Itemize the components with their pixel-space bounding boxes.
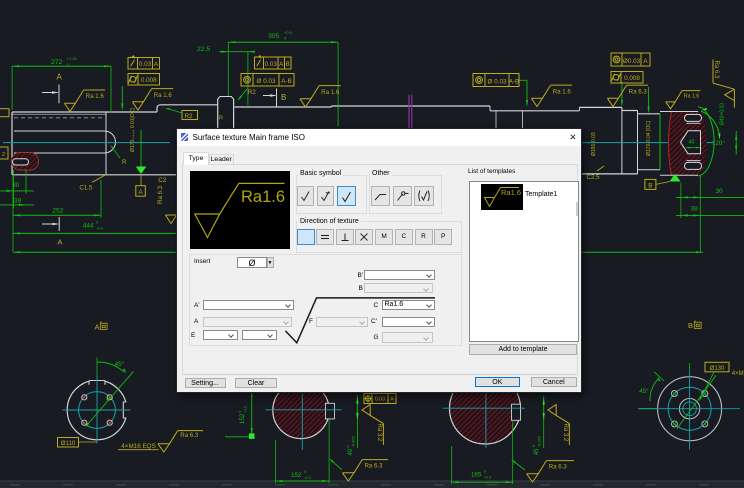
svg-text:40: 40 bbox=[689, 139, 695, 145]
svg-text:0.008: 0.008 bbox=[624, 75, 640, 82]
svg-text:Ø170₊₄.₀₄ 0.01[OC]: Ø170₊₄.₀₄ 0.01[OC] bbox=[130, 108, 136, 152]
svg-text:152: 152 bbox=[291, 472, 302, 479]
svg-text:-0.062: -0.062 bbox=[537, 435, 542, 447]
svg-text:A: A bbox=[95, 322, 100, 331]
svg-text:Ra 6.3: Ra 6.3 bbox=[549, 464, 568, 471]
svg-text:305: 305 bbox=[268, 33, 280, 40]
svg-text:38: 38 bbox=[691, 206, 699, 213]
svg-text:Ø40+0.03: Ø40+0.03 bbox=[720, 103, 726, 125]
svg-text:B: B bbox=[286, 61, 290, 68]
svg-text:Ø130: Ø130 bbox=[710, 366, 725, 372]
svg-text:4×M16 EQS: 4×M16 EQS bbox=[121, 443, 155, 450]
svg-text:-0.3: -0.3 bbox=[243, 405, 248, 413]
svg-text:Ra 6.3: Ra 6.3 bbox=[180, 432, 199, 439]
svg-text:R: R bbox=[122, 159, 127, 166]
svg-text:+0.5: +0.5 bbox=[284, 30, 293, 35]
svg-text:Ra 1.6: Ra 1.6 bbox=[321, 89, 340, 96]
svg-text:Ø 0.03: Ø 0.03 bbox=[257, 78, 276, 85]
svg-text:C2.5: C2.5 bbox=[587, 174, 601, 181]
svg-text:45: 45 bbox=[534, 448, 540, 455]
svg-text:-0.3: -0.3 bbox=[484, 474, 492, 479]
svg-text:Ra 3.2: Ra 3.2 bbox=[376, 424, 382, 442]
svg-text:-0.3: -0.3 bbox=[304, 475, 312, 480]
svg-text:0.03: 0.03 bbox=[375, 397, 385, 403]
svg-text:Ra 1.6: Ra 1.6 bbox=[553, 88, 572, 95]
svg-text:B: B bbox=[688, 321, 693, 330]
svg-text:Ø110: Ø110 bbox=[61, 440, 76, 447]
svg-text:2: 2 bbox=[2, 152, 5, 158]
svg-text:38: 38 bbox=[14, 198, 22, 205]
svg-text:Ra 6.3: Ra 6.3 bbox=[629, 88, 648, 95]
svg-text:30: 30 bbox=[716, 188, 724, 195]
svg-text:120°: 120° bbox=[712, 140, 725, 147]
svg-text:40: 40 bbox=[348, 448, 354, 455]
svg-text:R2: R2 bbox=[185, 113, 193, 120]
svg-text:R2: R2 bbox=[248, 90, 256, 96]
svg-text:B: B bbox=[281, 93, 286, 102]
svg-text:R: R bbox=[219, 116, 223, 122]
svg-text:B: B bbox=[648, 182, 652, 189]
svg-text:165: 165 bbox=[471, 471, 482, 478]
svg-text:45°: 45° bbox=[639, 388, 649, 395]
svg-text:Ø170-0.04 [OC]: Ø170-0.04 [OC] bbox=[646, 120, 652, 156]
svg-text:+1.15: +1.15 bbox=[67, 56, 78, 61]
svg-text:Ra 1.6: Ra 1.6 bbox=[86, 93, 105, 100]
svg-text:Ra1.6: Ra1.6 bbox=[241, 188, 285, 206]
svg-text:0.03: 0.03 bbox=[265, 61, 278, 68]
svg-text:Ra 1.6: Ra 1.6 bbox=[684, 94, 699, 100]
svg-text:Ra 6.3: Ra 6.3 bbox=[713, 61, 720, 80]
svg-text:Ra 6.3: Ra 6.3 bbox=[157, 185, 164, 204]
svg-text:Ra1.6: Ra1.6 bbox=[501, 188, 521, 197]
svg-text:A: A bbox=[138, 189, 143, 196]
svg-text:A-B: A-B bbox=[509, 79, 520, 86]
svg-text:A: A bbox=[57, 73, 63, 82]
svg-text:Ra 1.6: Ra 1.6 bbox=[154, 92, 173, 99]
svg-text:A-B: A-B bbox=[281, 78, 292, 85]
svg-text:252: 252 bbox=[52, 207, 64, 214]
svg-text:Ø 0.03: Ø 0.03 bbox=[488, 79, 507, 86]
svg-text:0.008: 0.008 bbox=[141, 77, 157, 84]
svg-text:Ra 3.2: Ra 3.2 bbox=[562, 424, 568, 442]
svg-text:C1.5: C1.5 bbox=[79, 184, 93, 191]
svg-text:Ø0.03: Ø0.03 bbox=[623, 58, 641, 65]
svg-text:Ra 6.3: Ra 6.3 bbox=[365, 463, 384, 470]
svg-text:0.03: 0.03 bbox=[139, 61, 152, 68]
svg-text:C2: C2 bbox=[158, 177, 166, 184]
svg-text:-0.4: -0.4 bbox=[96, 225, 104, 230]
svg-text:444: 444 bbox=[83, 223, 94, 230]
svg-text:-0.062: -0.062 bbox=[351, 435, 356, 447]
svg-text:A: A bbox=[57, 237, 62, 246]
svg-text:152: 152 bbox=[239, 413, 246, 424]
svg-text:272: 272 bbox=[51, 59, 63, 66]
svg-text:A: A bbox=[390, 397, 394, 403]
svg-text:4×M: 4×M bbox=[732, 371, 744, 377]
svg-text:Ø150-0.03: Ø150-0.03 bbox=[591, 132, 597, 156]
svg-text:22.5: 22.5 bbox=[197, 46, 210, 53]
